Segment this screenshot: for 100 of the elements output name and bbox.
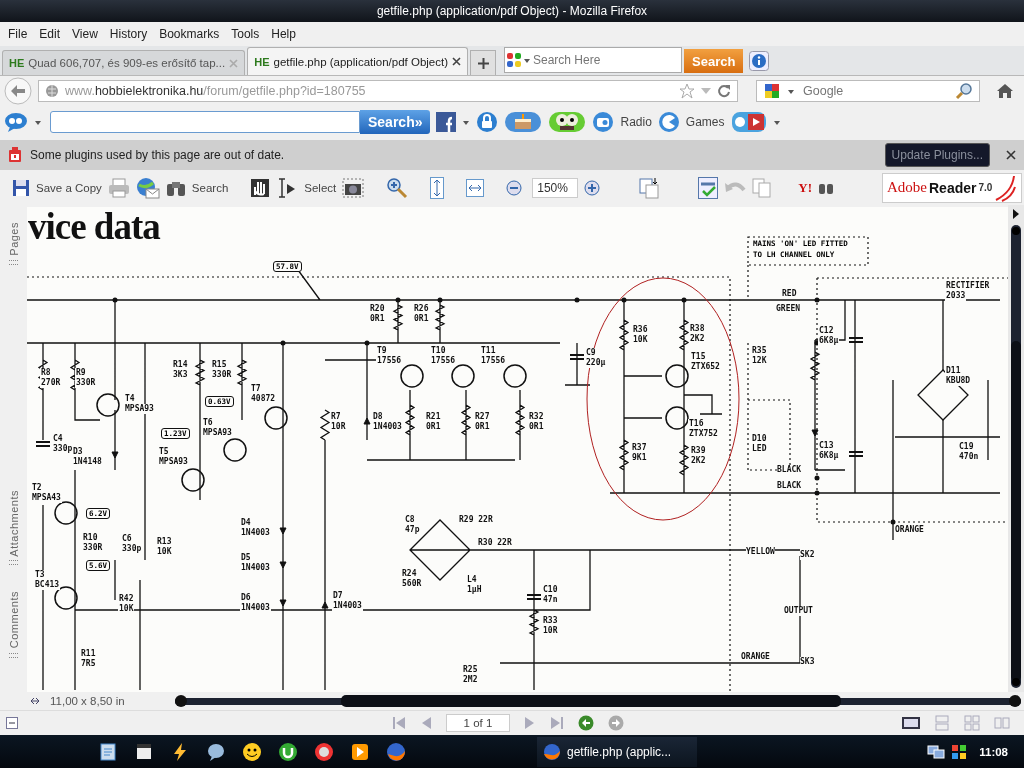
close-icon[interactable] bbox=[1006, 150, 1016, 160]
menu-item[interactable]: History bbox=[103, 27, 154, 41]
fit-width-icon[interactable] bbox=[466, 178, 485, 197]
info-icon[interactable] bbox=[749, 51, 770, 71]
search-input[interactable]: Search Here bbox=[531, 52, 675, 68]
side-tab[interactable]: Attachments bbox=[7, 489, 20, 557]
part-reference: T7 bbox=[250, 384, 262, 394]
part-value: 12K bbox=[751, 356, 768, 366]
menu-item[interactable]: File bbox=[2, 27, 34, 41]
window-title: getfile.php (application/pdf Object) - Mozilla Firefox bbox=[376, 4, 648, 18]
address-bar[interactable]: www.hobbielektronika.hu/forum/getfile.php?id=180755 bbox=[38, 80, 738, 102]
horizontal-scrollbar[interactable] bbox=[175, 694, 1021, 708]
cartoon-face-icon[interactable] bbox=[548, 111, 587, 133]
wire-label: BLACK bbox=[777, 481, 802, 491]
hand-icon[interactable] bbox=[250, 177, 271, 198]
menu-item[interactable]: View bbox=[66, 27, 104, 41]
search-button[interactable]: Search» bbox=[360, 110, 431, 134]
clock: 11:08 bbox=[979, 745, 1008, 758]
browser-tab[interactable]: HE Quad 606,707, és 909-es erősítő tap... bbox=[2, 50, 246, 75]
spellcheck-icon[interactable] bbox=[698, 176, 719, 199]
part-reference: T6 bbox=[202, 418, 214, 428]
radio-icon[interactable] bbox=[592, 111, 615, 133]
browser-tab[interactable]: HE getfile.php (application/pdf Object) bbox=[247, 47, 468, 75]
floppy-save-icon[interactable] bbox=[12, 178, 30, 197]
search-icon[interactable] bbox=[955, 82, 973, 100]
zoom-out-icon[interactable] bbox=[506, 179, 523, 196]
close-icon[interactable] bbox=[452, 57, 461, 66]
home-icon[interactable] bbox=[996, 83, 1014, 99]
search-field[interactable] bbox=[50, 111, 360, 133]
chat-bubble-icon[interactable] bbox=[206, 741, 226, 762]
menu-item[interactable]: Edit bbox=[33, 27, 67, 41]
part-reference: R21 bbox=[425, 412, 442, 422]
taskbar-window-button[interactable]: getfile.php (applic... bbox=[537, 736, 697, 767]
cake-icon[interactable] bbox=[504, 111, 543, 133]
social-icon[interactable] bbox=[436, 112, 457, 132]
part-value: 0R1 bbox=[413, 314, 430, 324]
part-value: KBU8D bbox=[945, 376, 972, 386]
part-reference: T15 bbox=[690, 352, 707, 362]
part-value: 10K bbox=[156, 547, 173, 557]
pacman-icon[interactable] bbox=[657, 111, 680, 133]
smiley-icon[interactable] bbox=[242, 741, 262, 762]
caret-icon[interactable] bbox=[772, 118, 781, 126]
search-field[interactable]: Search Here bbox=[504, 47, 682, 73]
camera-icon[interactable] bbox=[342, 177, 365, 198]
part-value: ZTX752 bbox=[688, 429, 719, 439]
part-reference: T10 bbox=[430, 346, 447, 356]
flag-icon[interactable] bbox=[951, 743, 968, 760]
pages-icon[interactable] bbox=[638, 176, 661, 199]
collapse-icon[interactable] bbox=[6, 717, 18, 729]
web-search-input[interactable]: Google bbox=[801, 83, 949, 99]
page-number-field[interactable]: 1 of 1 bbox=[446, 714, 510, 732]
select-button[interactable]: Select bbox=[304, 181, 337, 194]
back-circle-icon[interactable] bbox=[578, 715, 594, 731]
caret-icon bbox=[787, 87, 795, 95]
network-icon[interactable] bbox=[927, 743, 946, 760]
toolbar-link[interactable]: Radio bbox=[620, 115, 652, 129]
lock-icon[interactable] bbox=[476, 111, 499, 133]
zoom-plus-icon[interactable] bbox=[584, 179, 601, 196]
part-reference: D4 bbox=[240, 518, 252, 528]
torrent-icon[interactable] bbox=[278, 741, 298, 762]
film-clapper-icon[interactable] bbox=[134, 741, 154, 762]
part-value: 7R5 bbox=[80, 659, 97, 669]
resize-arrows-icon bbox=[30, 696, 40, 706]
search-button[interactable]: Search bbox=[191, 181, 229, 194]
email-globe-icon[interactable] bbox=[135, 176, 160, 199]
menu-item[interactable]: Help bbox=[265, 27, 302, 41]
bird-video-icon[interactable] bbox=[730, 111, 767, 133]
vertical-scrollbar[interactable] bbox=[1008, 205, 1024, 692]
part-value: 0R1 bbox=[528, 422, 545, 432]
toolbar-link[interactable]: Games bbox=[685, 115, 725, 129]
part-value: 2K2 bbox=[690, 456, 707, 466]
part-reference: R36 bbox=[632, 325, 649, 335]
caret-icon[interactable] bbox=[34, 118, 42, 126]
shield-icon[interactable] bbox=[314, 741, 334, 762]
notepad-icon[interactable] bbox=[98, 741, 118, 762]
web-search-field[interactable]: Google bbox=[756, 80, 980, 102]
menu-item[interactable]: Tools bbox=[225, 27, 266, 41]
zoom-field[interactable]: 150% bbox=[532, 177, 579, 198]
part-value: 270R bbox=[40, 378, 62, 388]
new-tab-button[interactable] bbox=[470, 50, 496, 75]
wire-label: R30 22R bbox=[478, 538, 512, 548]
zoom-in-icon[interactable] bbox=[386, 176, 409, 199]
fox-globe-icon[interactable] bbox=[386, 741, 406, 762]
fit-height-icon[interactable] bbox=[430, 176, 445, 199]
single-page-icon[interactable] bbox=[902, 716, 920, 730]
play-icon[interactable] bbox=[350, 741, 370, 762]
side-tab[interactable]: Comments bbox=[7, 591, 20, 649]
part-reference: T11 bbox=[480, 346, 497, 356]
part-value: 0R1 bbox=[369, 314, 386, 324]
side-tab[interactable]: Pages bbox=[7, 222, 20, 256]
update-plugins-button[interactable]: Update Plugins... bbox=[884, 143, 990, 167]
part-value: 1μH bbox=[466, 585, 483, 595]
yahoo-logo[interactable]: Y! bbox=[798, 179, 812, 196]
reload-icon[interactable] bbox=[717, 84, 731, 98]
save-copy-button[interactable]: Save a Copy bbox=[36, 181, 102, 194]
part-reference: R32 bbox=[528, 412, 545, 422]
part-reference: C6 bbox=[121, 534, 133, 544]
menu-item[interactable]: Bookmarks bbox=[153, 27, 226, 41]
star-icon[interactable] bbox=[679, 83, 695, 99]
caret-icon[interactable] bbox=[462, 118, 471, 126]
